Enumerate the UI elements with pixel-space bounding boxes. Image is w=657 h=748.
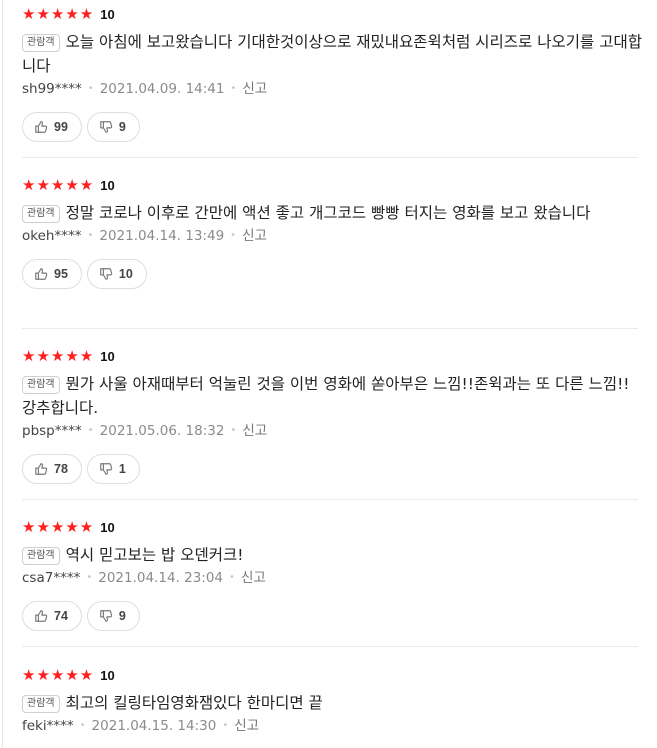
review-body: 뭔가 사울 아재때부터 억눌린 것을 이번 영화에 쏟아부은 느낌!!존윅과는 …: [22, 375, 630, 417]
dislike-count: 10: [118, 267, 133, 281]
separator-dot: •: [222, 720, 229, 731]
separator-dot: •: [229, 572, 235, 583]
review-item: ★★★★★ 10 관람객 역시 믿고보는 밥 오덴커크! csa7**** • 2…: [22, 518, 642, 631]
username: csa7****: [22, 570, 81, 586]
review-date: 2021.05.06. 18:32: [99, 423, 225, 439]
separator-dot: •: [79, 720, 86, 731]
thumbs-up-icon: [35, 463, 48, 475]
review-date: 2021.04.14. 13:49: [99, 228, 225, 244]
review-body: 정말 코로나 이후로 간만에 액션 좋고 개그코드 빵빵 터지는 영화를 보고 …: [65, 204, 591, 222]
like-button[interactable]: 74: [22, 601, 82, 631]
review-body: 역시 믿고보는 밥 오덴커크!: [65, 546, 244, 564]
review-body: 최고의 킬링타임영화잼있다 한마디면 끝: [65, 694, 323, 712]
like-button[interactable]: 99: [22, 112, 82, 142]
vote-row: 99 9: [22, 112, 642, 142]
like-button[interactable]: 78: [22, 454, 82, 484]
rating-row: ★★★★★ 10: [22, 347, 642, 365]
dislike-button[interactable]: 1: [86, 454, 140, 484]
dislike-button[interactable]: 9: [86, 112, 140, 142]
username: okeh****: [22, 228, 82, 244]
rating-row: ★★★★★ 10: [22, 5, 642, 23]
thumbs-down-icon: [100, 610, 113, 622]
thumbs-down-icon: [100, 121, 113, 133]
viewer-badge: 관람객: [22, 205, 60, 223]
review-meta: sh99**** • 2021.04.09. 14:41 • 신고: [22, 80, 642, 98]
report-link[interactable]: 신고: [242, 422, 267, 440]
rating-score: 10: [100, 519, 115, 535]
separator-dot: •: [86, 572, 93, 583]
thumbs-down-icon: [100, 463, 113, 475]
review-text: 관람객 오늘 아침에 보고왔습니다 기대한것이상으로 재밌내요존윅처럼 시리즈로 …: [22, 30, 642, 78]
like-button[interactable]: 95: [22, 259, 82, 289]
report-link[interactable]: 신고: [241, 569, 266, 587]
dislike-count: 9: [118, 609, 126, 623]
review-text: 관람객 뭔가 사울 아재때부터 억눌린 것을 이번 영화에 쏟아부은 느낌!!존윅…: [22, 372, 642, 420]
star-rating: ★★★★★: [22, 666, 95, 684]
rating-score: 10: [100, 6, 115, 22]
report-link[interactable]: 신고: [242, 80, 267, 98]
rating-score: 10: [100, 667, 115, 683]
review-divider: [22, 328, 638, 329]
like-count: 95: [54, 267, 68, 281]
list-border: [2, 0, 3, 748]
review-date: 2021.04.15. 14:30: [91, 718, 217, 734]
review-text: 관람객 최고의 킬링타임영화잼있다 한마디면 끝: [22, 691, 642, 715]
star-rating: ★★★★★: [22, 518, 95, 536]
review-divider: [22, 499, 638, 500]
star-rating: ★★★★★: [22, 176, 95, 194]
review-item: ★★★★★ 10 관람객 오늘 아침에 보고왔습니다 기대한것이상으로 재밌내요존…: [22, 5, 642, 142]
review-meta: okeh**** • 2021.04.14. 13:49 • 신고: [22, 227, 642, 245]
viewer-badge: 관람객: [22, 547, 60, 565]
rating-row: ★★★★★ 10: [22, 666, 642, 684]
rating-row: ★★★★★ 10: [22, 176, 642, 194]
vote-row: 78 1: [22, 454, 642, 484]
review-divider: [22, 157, 638, 158]
review-meta: pbsp**** • 2021.05.06. 18:32 • 신고: [22, 422, 642, 440]
report-link[interactable]: 신고: [242, 227, 267, 245]
rating-score: 10: [100, 348, 115, 364]
review-text: 관람객 정말 코로나 이후로 간만에 액션 좋고 개그코드 빵빵 터지는 영화를 …: [22, 201, 642, 225]
separator-dot: •: [87, 230, 94, 241]
review-text: 관람객 역시 믿고보는 밥 오덴커크!: [22, 543, 642, 567]
separator-dot: •: [87, 425, 94, 436]
viewer-badge: 관람객: [22, 34, 60, 52]
thumbs-up-icon: [35, 121, 48, 133]
vote-row: 74 9: [22, 601, 642, 631]
rating-score: 10: [100, 177, 115, 193]
review-meta: feki**** • 2021.04.15. 14:30 • 신고: [22, 717, 642, 735]
separator-dot: •: [230, 230, 237, 241]
thumbs-up-icon: [35, 268, 48, 280]
review-item: ★★★★★ 10 관람객 뭔가 사울 아재때부터 억눌린 것을 이번 영화에 쏟아…: [22, 347, 642, 484]
like-count: 78: [54, 462, 68, 476]
review-date: 2021.04.14. 23:04: [98, 570, 224, 586]
viewer-badge: 관람객: [22, 376, 60, 394]
star-rating: ★★★★★: [22, 347, 95, 365]
rating-row: ★★★★★ 10: [22, 518, 642, 536]
separator-dot: •: [230, 425, 237, 436]
star-rating: ★★★★★: [22, 5, 95, 23]
review-date: 2021.04.09. 14:41: [99, 81, 225, 97]
thumbs-up-icon: [35, 610, 48, 622]
username: sh99****: [22, 81, 82, 97]
review-divider: [22, 646, 638, 647]
thumbs-down-icon: [100, 268, 113, 280]
dislike-count: 1: [118, 462, 126, 476]
dislike-button[interactable]: 10: [86, 259, 147, 289]
review-item: ★★★★★ 10 관람객 정말 코로나 이후로 간만에 액션 좋고 개그코드 빵빵…: [22, 176, 642, 289]
dislike-button[interactable]: 9: [86, 601, 140, 631]
review-meta: csa7**** • 2021.04.14. 23:04 • 신고: [22, 569, 642, 587]
review-body: 오늘 아침에 보고왔습니다 기대한것이상으로 재밌내요존윅처럼 시리즈로 나오기…: [22, 33, 642, 75]
review-item: ★★★★★ 10 관람객 최고의 킬링타임영화잼있다 한마디면 끝 feki***…: [22, 666, 642, 735]
username: feki****: [22, 718, 74, 734]
viewer-badge: 관람객: [22, 695, 60, 713]
separator-dot: •: [230, 83, 237, 94]
like-count: 99: [54, 120, 68, 134]
report-link[interactable]: 신고: [234, 717, 259, 735]
like-count: 74: [54, 609, 68, 623]
username: pbsp****: [22, 423, 82, 439]
vote-row: 95 10: [22, 259, 642, 289]
separator-dot: •: [87, 83, 94, 94]
dislike-count: 9: [118, 120, 126, 134]
